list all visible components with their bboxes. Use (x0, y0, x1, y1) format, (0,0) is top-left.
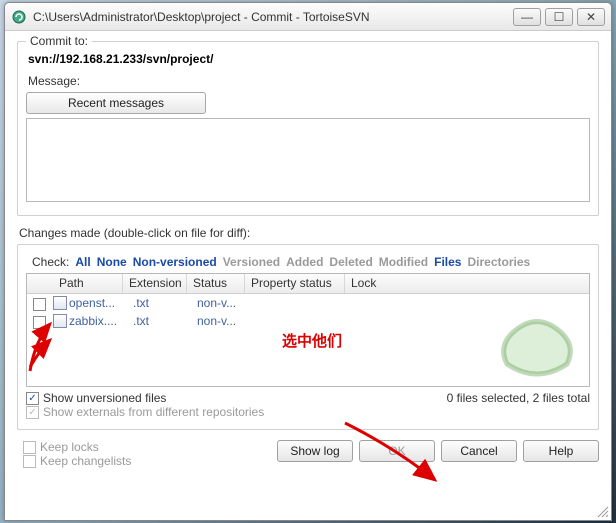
check-label: Check: (32, 255, 69, 269)
keep-changelists-label: Keep changelists (40, 454, 131, 468)
cancel-label: Cancel (460, 444, 497, 458)
col-path[interactable]: Path (53, 274, 123, 293)
filter-versioned: Versioned (223, 255, 280, 269)
close-icon: ✕ (586, 10, 596, 24)
maximize-icon: ☐ (554, 10, 565, 24)
show-log-button[interactable]: Show log (277, 440, 353, 462)
minimize-icon: — (521, 10, 533, 24)
file-row[interactable]: openst... .txt non-v... (27, 294, 589, 312)
help-button[interactable]: Help (523, 440, 599, 462)
help-label: Help (549, 444, 574, 458)
file-name: zabbix.... (69, 314, 117, 328)
commit-url: svn://192.168.21.233/svn/project/ (26, 50, 590, 72)
changes-group: Check: All None Non-versioned Versioned … (17, 244, 599, 430)
file-checkbox[interactable] (33, 316, 46, 329)
file-checkbox[interactable] (33, 298, 46, 311)
file-row[interactable]: zabbix.... .txt non-v... (27, 312, 589, 330)
titlebar[interactable]: C:\Users\Administrator\Desktop\project -… (5, 3, 611, 31)
filter-deleted: Deleted (329, 255, 372, 269)
ok-button[interactable]: OK (359, 440, 435, 462)
file-ext: .txt (127, 296, 191, 310)
filter-modified: Modified (379, 255, 428, 269)
commit-to-group: Commit to: svn://192.168.21.233/svn/proj… (17, 41, 599, 216)
file-name: openst... (69, 296, 115, 310)
keep-locks-label: Keep locks (40, 440, 99, 454)
keep-changelists-checkbox: Keep changelists (23, 454, 131, 468)
commit-message-input[interactable] (26, 118, 590, 202)
file-icon (53, 314, 67, 328)
show-log-label: Show log (290, 444, 339, 458)
close-button[interactable]: ✕ (577, 8, 605, 26)
filter-none[interactable]: None (97, 255, 127, 269)
commit-to-label: Commit to: (26, 34, 92, 48)
recent-messages-button[interactable]: Recent messages (26, 92, 206, 114)
col-lock[interactable]: Lock (345, 274, 589, 293)
ok-label: OK (388, 444, 405, 458)
file-ext: .txt (127, 314, 191, 328)
file-icon (53, 296, 67, 310)
col-extension[interactable]: Extension (123, 274, 187, 293)
filter-directories: Directories (467, 255, 530, 269)
file-status: non-v... (191, 314, 249, 328)
cancel-button[interactable]: Cancel (441, 440, 517, 462)
col-status[interactable]: Status (187, 274, 245, 293)
file-status: non-v... (191, 296, 249, 310)
filter-added: Added (286, 255, 323, 269)
show-externals-checkbox: ✓Show externals from different repositor… (26, 405, 264, 419)
commit-dialog: C:\Users\Administrator\Desktop\project -… (4, 2, 612, 521)
file-list[interactable]: Path Extension Status Property status Lo… (26, 273, 590, 387)
changes-made-label: Changes made (double-click on file for d… (19, 226, 599, 240)
window-title: C:\Users\Administrator\Desktop\project -… (33, 10, 513, 24)
recent-messages-label: Recent messages (68, 96, 164, 110)
minimize-button[interactable]: — (513, 8, 541, 26)
message-label: Message: (28, 74, 590, 88)
app-icon (11, 9, 27, 25)
show-unversioned-checkbox[interactable]: ✓Show unversioned files (26, 391, 264, 405)
maximize-button[interactable]: ☐ (545, 8, 573, 26)
filter-files[interactable]: Files (434, 255, 461, 269)
keep-locks-checkbox: Keep locks (23, 440, 131, 454)
resize-gripper[interactable] (595, 504, 609, 518)
check-filter-row: Check: All None Non-versioned Versioned … (32, 255, 590, 269)
show-unversioned-label: Show unversioned files (43, 391, 166, 405)
selection-status: 0 files selected, 2 files total (447, 391, 590, 405)
filter-nonversioned[interactable]: Non-versioned (133, 255, 217, 269)
show-externals-label: Show externals from different repositori… (43, 405, 264, 419)
col-property[interactable]: Property status (245, 274, 345, 293)
file-list-header[interactable]: Path Extension Status Property status Lo… (27, 274, 589, 294)
filter-all[interactable]: All (75, 255, 90, 269)
